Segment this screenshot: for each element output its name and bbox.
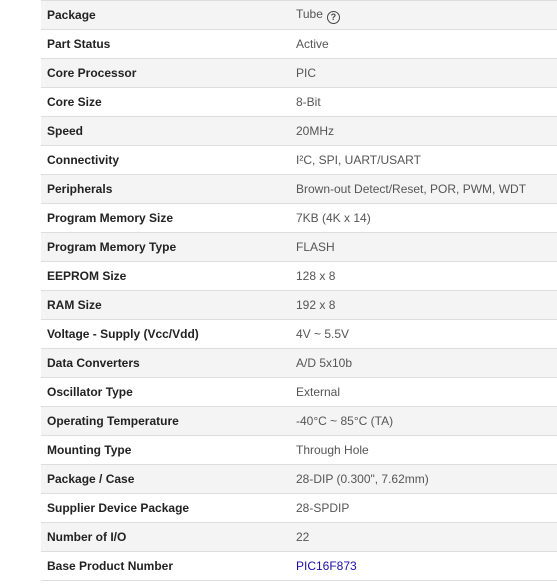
spec-row-base-product-number: Base Product Number PIC16F873: [41, 551, 557, 581]
spec-value-connectivity: I²C, SPI, UART/USART: [296, 153, 421, 167]
spec-row-package-case: Package / Case 28-DIP (0.300", 7.62mm): [41, 464, 557, 494]
spec-value-operating-temperature: -40°C ~ 85°C (TA): [296, 414, 394, 428]
spec-row-core-processor: Core Processor PIC: [41, 58, 557, 88]
spec-value-part-status: Active: [296, 37, 329, 51]
spec-value-cell-program-memory-type: FLASH: [290, 232, 557, 262]
spec-label-operating-temperature: Operating Temperature: [41, 406, 290, 436]
spec-value-cell-oscillator-type: External: [290, 377, 557, 407]
spec-value-cell-eeprom-size: 128 x 8: [290, 261, 557, 291]
spec-value-cell-operating-temperature: -40°C ~ 85°C (TA): [290, 406, 557, 436]
spec-value-cell-core-size: 8-Bit: [290, 87, 557, 117]
spec-label-supplier-device-package: Supplier Device Package: [41, 493, 290, 523]
spec-row-ram-size: RAM Size 192 x 8: [41, 290, 557, 320]
spec-value-eeprom-size: 128 x 8: [296, 269, 336, 283]
spec-value-package-case: 28-DIP (0.300", 7.62mm): [296, 472, 429, 486]
help-circle-icon[interactable]: ?: [326, 10, 340, 24]
spec-value-oscillator-type: External: [296, 385, 341, 399]
spec-value-core-processor: PIC: [296, 66, 317, 80]
spec-label-number-of-io: Number of I/O: [41, 522, 290, 552]
spec-table-body: Package Tube? Part Status Active Core Proces…: [41, 0, 557, 581]
spec-value-supplier-device-package: 28-SPDIP: [296, 501, 350, 515]
spec-row-operating-temperature: Operating Temperature -40°C ~ 85°C (TA): [41, 406, 557, 436]
spec-label-mounting-type: Mounting Type: [41, 435, 290, 465]
spec-value-cell-connectivity: I²C, SPI, UART/USART: [290, 145, 557, 175]
spec-value-program-memory-size: 7KB (4K x 14): [296, 211, 371, 225]
spec-value-program-memory-type: FLASH: [296, 240, 335, 254]
spec-row-speed: Speed 20MHz: [41, 116, 557, 146]
spec-value-cell-program-memory-size: 7KB (4K x 14): [290, 203, 557, 233]
spec-value-cell-data-converters: A/D 5x10b: [290, 348, 557, 378]
spec-value-voltage-supply: 4V ~ 5.5V: [296, 327, 350, 341]
spec-row-oscillator-type: Oscillator Type External: [41, 377, 557, 407]
spec-value-cell-voltage-supply: 4V ~ 5.5V: [290, 319, 557, 349]
spec-value-number-of-io: 22: [296, 530, 310, 544]
spec-value-cell-speed: 20MHz: [290, 116, 557, 146]
spec-value-cell-part-status: Active: [290, 29, 557, 59]
base-product-number-link[interactable]: PIC16F873: [296, 559, 357, 573]
spec-label-program-memory-size: Program Memory Size: [41, 203, 290, 233]
spec-value-data-converters: A/D 5x10b: [296, 356, 353, 370]
spec-value-cell-peripherals: Brown-out Detect/Reset, POR, PWM, WDT: [290, 174, 557, 204]
spec-value-cell-supplier-device-package: 28-SPDIP: [290, 493, 557, 523]
spec-row-eeprom-size: EEPROM Size 128 x 8: [41, 261, 557, 291]
spec-value-core-size: 8-Bit: [296, 95, 321, 109]
spec-value-cell-mounting-type: Through Hole: [290, 435, 557, 465]
spec-row-peripherals: Peripherals Brown-out Detect/Reset, POR, …: [41, 174, 557, 204]
spec-value-cell-base-product-number: PIC16F873: [290, 551, 557, 581]
spec-label-data-converters: Data Converters: [41, 348, 290, 378]
spec-label-voltage-supply: Voltage - Supply (Vcc/Vdd): [41, 319, 290, 349]
spec-label-part-status: Part Status: [41, 29, 290, 59]
spec-value-peripherals: Brown-out Detect/Reset, POR, PWM, WDT: [296, 182, 527, 196]
spec-value-speed: 20MHz: [296, 124, 335, 138]
spec-row-program-memory-size: Program Memory Size 7KB (4K x 14): [41, 203, 557, 233]
spec-value-mounting-type: Through Hole: [296, 443, 369, 457]
spec-value-cell-number-of-io: 22: [290, 522, 557, 552]
spec-row-program-memory-type: Program Memory Type FLASH: [41, 232, 557, 262]
spec-label-package: Package: [41, 0, 290, 30]
spec-row-connectivity: Connectivity I²C, SPI, UART/USART: [41, 145, 557, 175]
spec-label-program-memory-type: Program Memory Type: [41, 232, 290, 262]
product-attributes-table: Package Tube? Part Status Active Core Proces…: [41, 0, 557, 581]
spec-row-mounting-type: Mounting Type Through Hole: [41, 435, 557, 465]
spec-value-cell-package-case: 28-DIP (0.300", 7.62mm): [290, 464, 557, 494]
spec-label-oscillator-type: Oscillator Type: [41, 377, 290, 407]
spec-label-eeprom-size: EEPROM Size: [41, 261, 290, 291]
spec-row-core-size: Core Size 8-Bit: [41, 87, 557, 117]
spec-label-connectivity: Connectivity: [41, 145, 290, 175]
spec-label-base-product-number: Base Product Number: [41, 551, 290, 581]
spec-row-number-of-io: Number of I/O 22: [41, 522, 557, 552]
spec-label-ram-size: RAM Size: [41, 290, 290, 320]
spec-row-package: Package Tube?: [41, 0, 557, 30]
spec-value-package: Tube: [296, 6, 323, 21]
spec-label-peripherals: Peripherals: [41, 174, 290, 204]
spec-row-data-converters: Data Converters A/D 5x10b: [41, 348, 557, 378]
spec-value-cell-package: Tube?: [290, 0, 557, 30]
spec-label-core-size: Core Size: [41, 87, 290, 117]
spec-value-ram-size: 192 x 8: [296, 298, 336, 312]
spec-value-cell-core-processor: PIC: [290, 58, 557, 88]
spec-value-cell-ram-size: 192 x 8: [290, 290, 557, 320]
spec-row-part-status: Part Status Active: [41, 29, 557, 59]
spec-label-package-case: Package / Case: [41, 464, 290, 494]
spec-label-core-processor: Core Processor: [41, 58, 290, 88]
spec-label-speed: Speed: [41, 116, 290, 146]
spec-row-voltage-supply: Voltage - Supply (Vcc/Vdd) 4V ~ 5.5V: [41, 319, 557, 349]
spec-row-supplier-device-package: Supplier Device Package 28-SPDIP: [41, 493, 557, 523]
